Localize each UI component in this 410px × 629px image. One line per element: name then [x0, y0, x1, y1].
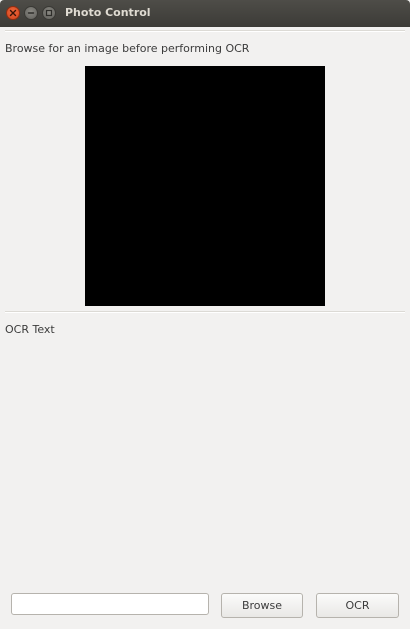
- maximize-window-button[interactable]: [42, 6, 56, 20]
- image-path-input[interactable]: [11, 593, 209, 615]
- browse-button[interactable]: Browse: [221, 593, 303, 618]
- window-title: Photo Control: [65, 6, 151, 19]
- ocr-button[interactable]: OCR: [316, 593, 399, 618]
- photo-control-window: Photo Control Browse for an image before…: [0, 0, 410, 629]
- ocr-text-label: OCR Text: [5, 323, 55, 336]
- title-bar[interactable]: Photo Control: [0, 0, 410, 27]
- top-separator: [5, 30, 405, 32]
- minimize-window-button[interactable]: [24, 6, 38, 20]
- minimize-icon: [27, 12, 35, 14]
- browse-hint-label: Browse for an image before performing OC…: [5, 42, 250, 55]
- close-window-button[interactable]: [6, 6, 20, 20]
- maximize-icon: [45, 9, 53, 17]
- middle-separator: [5, 311, 405, 313]
- image-preview: [85, 66, 325, 306]
- close-icon: [9, 9, 17, 17]
